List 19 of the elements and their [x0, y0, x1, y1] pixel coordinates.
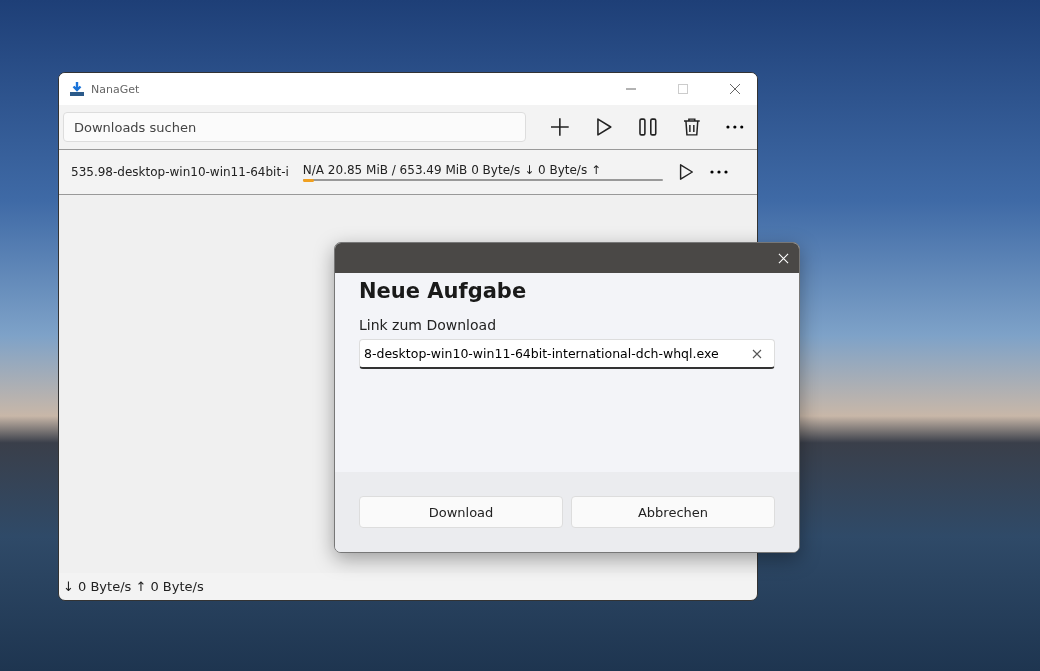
field-label: Link zum Download — [359, 317, 498, 333]
search-field[interactable]: Downloads suchen — [63, 112, 527, 142]
link-field[interactable]: 8-desktop-win10-win11-64bit-international-dch-whql.exe — [359, 339, 775, 369]
close-icon[interactable] — [729, 83, 741, 95]
clear-icon[interactable] — [752, 348, 762, 359]
file-name: 535.98-desktop-win10-win11-64bit-i — [71, 164, 289, 180]
add-icon[interactable] — [550, 117, 571, 137]
download-status: N/A 20.85 MiB / 653.49 MiB 0 Byte/s ↓ 0 Byte/s ↑ — [302, 163, 603, 177]
cancel-button[interactable]: Abbrechen — [571, 496, 775, 528]
dialog-title: Neue Aufgabe — [359, 279, 528, 303]
window-title: NanaGet — [91, 82, 140, 96]
status-bar-text: ↓ 0 Byte/s ↑ 0 Byte/s — [62, 578, 205, 596]
pause-icon[interactable] — [637, 117, 658, 137]
download-icon — [69, 81, 85, 97]
more-icon[interactable] — [708, 170, 729, 174]
download-button[interactable]: Download — [359, 496, 563, 528]
trash-icon[interactable] — [681, 117, 702, 137]
more-icon[interactable] — [725, 125, 745, 129]
play-icon[interactable] — [594, 117, 614, 137]
